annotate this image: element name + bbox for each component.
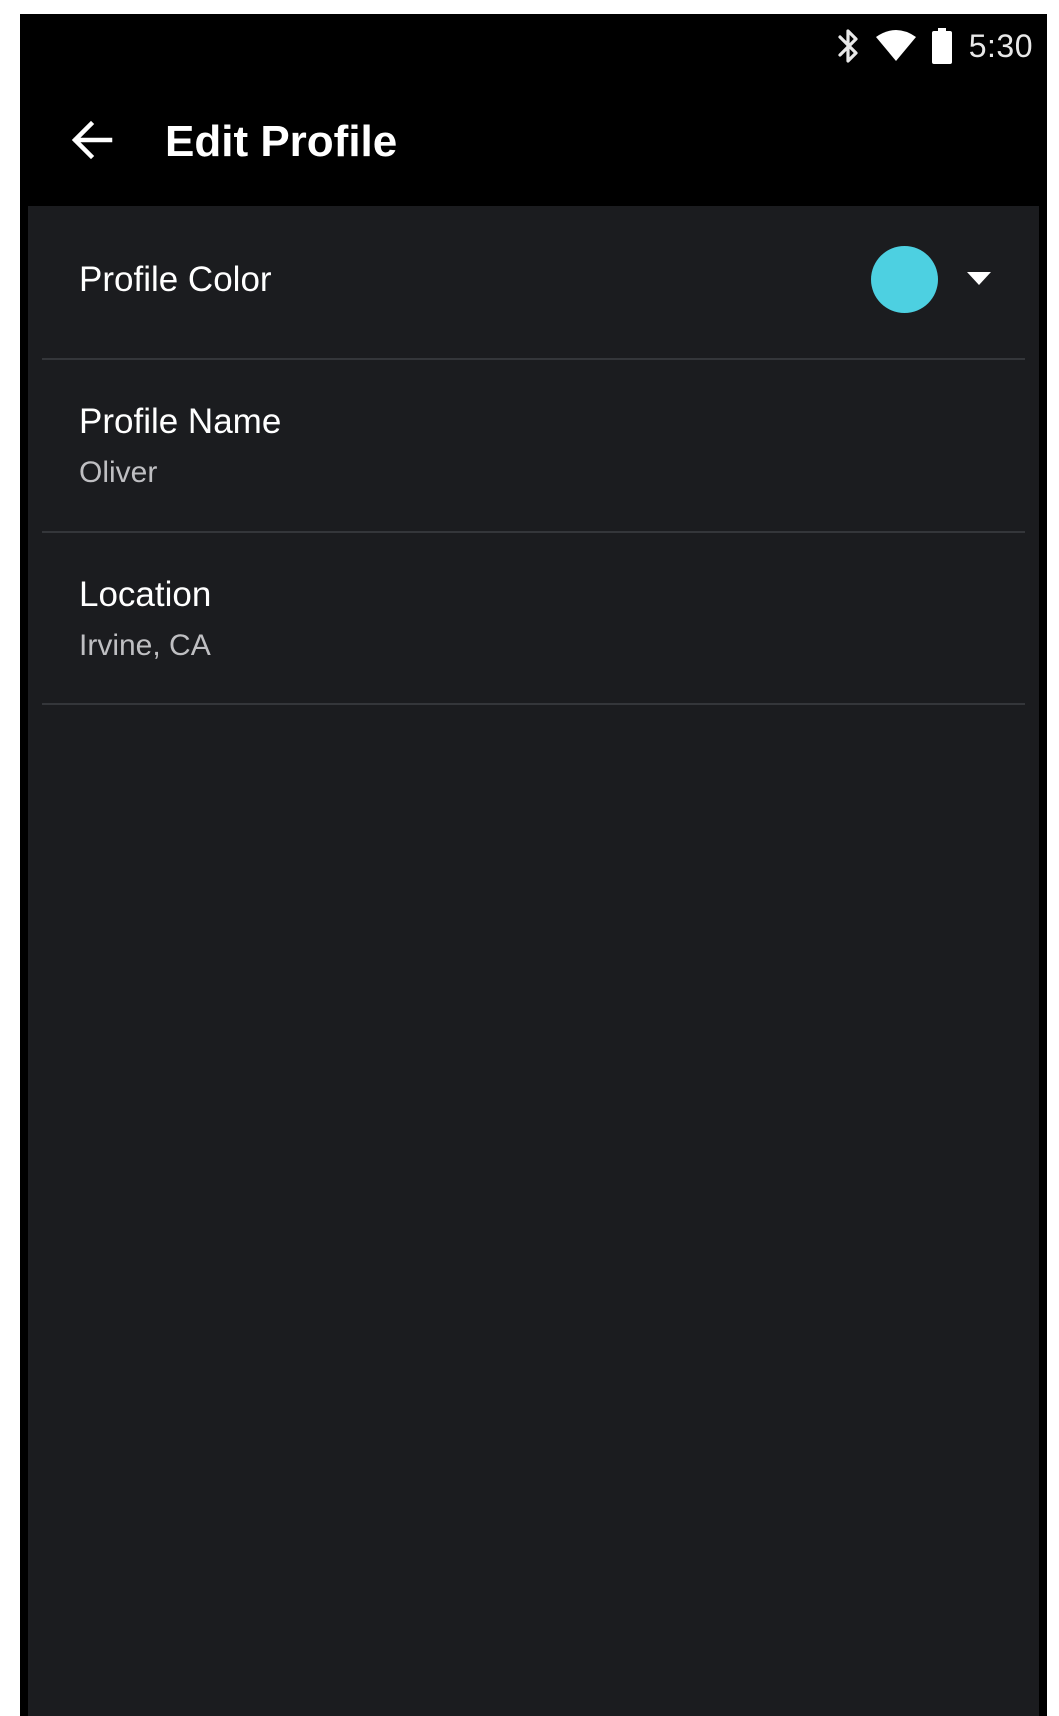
profile-name-label: Profile Name — [79, 402, 282, 441]
profile-color-dropdown[interactable] — [871, 244, 1011, 314]
status-time: 5:30 — [968, 27, 1033, 64]
page-title: Edit Profile — [165, 117, 398, 166]
status-icons: 5:30 — [837, 26, 1033, 66]
profile-name-value: Oliver — [79, 456, 158, 489]
app-bar: Edit Profile — [20, 78, 1047, 206]
dropdown-arrow-icon — [967, 272, 991, 285]
location-row[interactable]: Location Irvine, CA — [42, 533, 1025, 705]
profile-color-label: Profile Color — [79, 260, 272, 299]
settings-list: Profile Color Profile Name Oliver Locati… — [28, 206, 1039, 1716]
color-swatch — [871, 246, 938, 313]
profile-name-row[interactable]: Profile Name Oliver — [42, 360, 1025, 533]
arrow-back-icon — [71, 120, 113, 160]
back-button[interactable] — [60, 108, 124, 172]
location-value: Irvine, CA — [79, 629, 211, 662]
profile-color-row[interactable]: Profile Color — [42, 206, 1025, 360]
battery-icon — [931, 27, 953, 65]
location-label: Location — [79, 575, 212, 614]
bluetooth-icon — [837, 27, 861, 65]
phone-screen: 5:30 Edit Profile Profile Color Profile … — [20, 14, 1047, 1716]
status-bar: 5:30 — [20, 14, 1047, 78]
wifi-icon — [875, 29, 917, 63]
